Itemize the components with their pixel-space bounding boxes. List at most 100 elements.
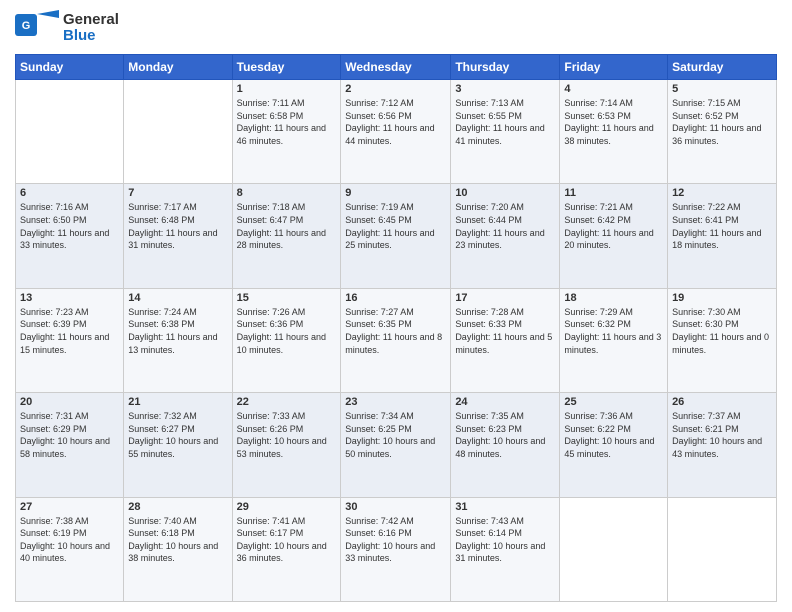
- day-cell: 14 Sunrise: 7:24 AMSunset: 6:38 PMDayligh…: [124, 288, 232, 392]
- header-day: Saturday: [668, 55, 777, 80]
- day-cell: 26Sunrise: 7:37 AMSunset: 6:21 PMDayligh…: [668, 393, 777, 497]
- day-info: Sunrise: 7:29 AMSunset: 6:32 PMDaylight:…: [564, 306, 663, 356]
- logo-general: General: [63, 12, 119, 29]
- day-number: 23: [345, 396, 446, 408]
- day-cell: 11 Sunrise: 7:21 AMSunset: 6:42 PMDayligh…: [560, 184, 668, 288]
- day-info: Sunrise: 7:20 AMSunset: 6:44 PMDaylight:…: [455, 201, 555, 251]
- header-day: Wednesday: [341, 55, 451, 80]
- header-day: Sunday: [16, 55, 124, 80]
- day-number: 9: [345, 187, 446, 199]
- day-number: 30: [345, 501, 446, 513]
- day-info: Sunrise: 7:21 AMSunset: 6:42 PMDaylight:…: [564, 201, 663, 251]
- day-number: 18: [564, 292, 663, 304]
- day-cell: [668, 497, 777, 601]
- day-info: Sunrise: 7:23 AMSunset: 6:39 PMDaylight:…: [20, 306, 119, 356]
- logo-icon: G: [15, 10, 59, 46]
- day-number: 11: [564, 187, 663, 199]
- day-info: Sunrise: 7:18 AMSunset: 6:47 PMDaylight:…: [237, 201, 337, 251]
- day-info: Sunrise: 7:13 AMSunset: 6:55 PMDaylight:…: [455, 97, 555, 147]
- day-info: Sunrise: 7:36 AMSunset: 6:22 PMDaylight:…: [564, 410, 663, 460]
- day-info: Sunrise: 7:38 AMSunset: 6:19 PMDaylight:…: [20, 515, 119, 565]
- day-number: 1: [237, 83, 337, 95]
- day-info: Sunrise: 7:40 AMSunset: 6:18 PMDaylight:…: [128, 515, 227, 565]
- day-cell: 16 Sunrise: 7:27 AMSunset: 6:35 PMDayligh…: [341, 288, 451, 392]
- day-number: 14: [128, 292, 227, 304]
- week-row: 6Sunrise: 7:16 AMSunset: 6:50 PMDaylight…: [16, 184, 777, 288]
- day-cell: 9 Sunrise: 7:19 AMSunset: 6:45 PMDaylight…: [341, 184, 451, 288]
- day-number: 13: [20, 292, 119, 304]
- day-cell: 22Sunrise: 7:33 AMSunset: 6:26 PMDayligh…: [232, 393, 341, 497]
- week-row: 20Sunrise: 7:31 AMSunset: 6:29 PMDayligh…: [16, 393, 777, 497]
- week-row: 1 Sunrise: 7:11 AMSunset: 6:58 PMDaylight…: [16, 80, 777, 184]
- day-cell: [124, 80, 232, 184]
- day-number: 28: [128, 501, 227, 513]
- day-cell: 13 Sunrise: 7:23 AMSunset: 6:39 PMDayligh…: [16, 288, 124, 392]
- day-cell: 17Sunrise: 7:28 AMSunset: 6:33 PMDayligh…: [451, 288, 560, 392]
- day-number: 7: [128, 187, 227, 199]
- week-row: 13 Sunrise: 7:23 AMSunset: 6:39 PMDayligh…: [16, 288, 777, 392]
- day-info: Sunrise: 7:11 AMSunset: 6:58 PMDaylight:…: [237, 97, 337, 147]
- day-cell: 30 Sunrise: 7:42 AMSunset: 6:16 PMDayligh…: [341, 497, 451, 601]
- day-number: 26: [672, 396, 772, 408]
- day-number: 16: [345, 292, 446, 304]
- day-info: Sunrise: 7:19 AMSunset: 6:45 PMDaylight:…: [345, 201, 446, 251]
- day-number: 10: [455, 187, 555, 199]
- day-cell: 10 Sunrise: 7:20 AMSunset: 6:44 PMDayligh…: [451, 184, 560, 288]
- day-cell: 25 Sunrise: 7:36 AMSunset: 6:22 PMDayligh…: [560, 393, 668, 497]
- day-cell: 6Sunrise: 7:16 AMSunset: 6:50 PMDaylight…: [16, 184, 124, 288]
- day-cell: 1 Sunrise: 7:11 AMSunset: 6:58 PMDaylight…: [232, 80, 341, 184]
- header-day: Monday: [124, 55, 232, 80]
- day-cell: 29 Sunrise: 7:41 AMSunset: 6:17 PMDayligh…: [232, 497, 341, 601]
- day-cell: 27 Sunrise: 7:38 AMSunset: 6:19 PMDayligh…: [16, 497, 124, 601]
- day-info: Sunrise: 7:42 AMSunset: 6:16 PMDaylight:…: [345, 515, 446, 565]
- day-number: 5: [672, 83, 772, 95]
- day-info: Sunrise: 7:41 AMSunset: 6:17 PMDaylight:…: [237, 515, 337, 565]
- day-cell: [16, 80, 124, 184]
- day-cell: 24Sunrise: 7:35 AMSunset: 6:23 PMDayligh…: [451, 393, 560, 497]
- svg-text:G: G: [22, 20, 31, 32]
- day-number: 27: [20, 501, 119, 513]
- day-info: Sunrise: 7:34 AMSunset: 6:25 PMDaylight:…: [345, 410, 446, 460]
- day-number: 25: [564, 396, 663, 408]
- day-info: Sunrise: 7:26 AMSunset: 6:36 PMDaylight:…: [237, 306, 337, 356]
- day-number: 2: [345, 83, 446, 95]
- day-info: Sunrise: 7:28 AMSunset: 6:33 PMDaylight:…: [455, 306, 555, 356]
- day-info: Sunrise: 7:12 AMSunset: 6:56 PMDaylight:…: [345, 97, 446, 147]
- calendar-table: SundayMondayTuesdayWednesdayThursdayFrid…: [15, 54, 777, 602]
- day-info: Sunrise: 7:27 AMSunset: 6:35 PMDaylight:…: [345, 306, 446, 356]
- day-info: Sunrise: 7:17 AMSunset: 6:48 PMDaylight:…: [128, 201, 227, 251]
- day-number: 21: [128, 396, 227, 408]
- day-cell: 8 Sunrise: 7:18 AMSunset: 6:47 PMDaylight…: [232, 184, 341, 288]
- day-cell: 18 Sunrise: 7:29 AMSunset: 6:32 PMDayligh…: [560, 288, 668, 392]
- day-cell: 5Sunrise: 7:15 AMSunset: 6:52 PMDaylight…: [668, 80, 777, 184]
- week-row: 27 Sunrise: 7:38 AMSunset: 6:19 PMDayligh…: [16, 497, 777, 601]
- day-number: 8: [237, 187, 337, 199]
- header-day: Tuesday: [232, 55, 341, 80]
- day-cell: 19 Sunrise: 7:30 AMSunset: 6:30 PMDayligh…: [668, 288, 777, 392]
- day-cell: 20Sunrise: 7:31 AMSunset: 6:29 PMDayligh…: [16, 393, 124, 497]
- day-info: Sunrise: 7:16 AMSunset: 6:50 PMDaylight:…: [20, 201, 119, 251]
- header-row: SundayMondayTuesdayWednesdayThursdayFrid…: [16, 55, 777, 80]
- day-cell: 2 Sunrise: 7:12 AMSunset: 6:56 PMDaylight…: [341, 80, 451, 184]
- day-info: Sunrise: 7:24 AMSunset: 6:38 PMDaylight:…: [128, 306, 227, 356]
- day-info: Sunrise: 7:14 AMSunset: 6:53 PMDaylight:…: [564, 97, 663, 147]
- day-number: 15: [237, 292, 337, 304]
- day-info: Sunrise: 7:32 AMSunset: 6:27 PMDaylight:…: [128, 410, 227, 460]
- day-number: 31: [455, 501, 555, 513]
- logo-blue: Blue: [63, 28, 119, 45]
- day-info: Sunrise: 7:30 AMSunset: 6:30 PMDaylight:…: [672, 306, 772, 356]
- header-day: Friday: [560, 55, 668, 80]
- day-cell: 12Sunrise: 7:22 AMSunset: 6:41 PMDayligh…: [668, 184, 777, 288]
- day-cell: 23 Sunrise: 7:34 AMSunset: 6:25 PMDayligh…: [341, 393, 451, 497]
- day-cell: 21 Sunrise: 7:32 AMSunset: 6:27 PMDayligh…: [124, 393, 232, 497]
- logo: G General Blue: [15, 10, 119, 46]
- day-info: Sunrise: 7:35 AMSunset: 6:23 PMDaylight:…: [455, 410, 555, 460]
- day-info: Sunrise: 7:22 AMSunset: 6:41 PMDaylight:…: [672, 201, 772, 251]
- day-number: 29: [237, 501, 337, 513]
- day-cell: 7 Sunrise: 7:17 AMSunset: 6:48 PMDaylight…: [124, 184, 232, 288]
- day-number: 19: [672, 292, 772, 304]
- day-number: 22: [237, 396, 337, 408]
- header: G General Blue: [15, 10, 777, 46]
- day-number: 3: [455, 83, 555, 95]
- day-cell: 28 Sunrise: 7:40 AMSunset: 6:18 PMDayligh…: [124, 497, 232, 601]
